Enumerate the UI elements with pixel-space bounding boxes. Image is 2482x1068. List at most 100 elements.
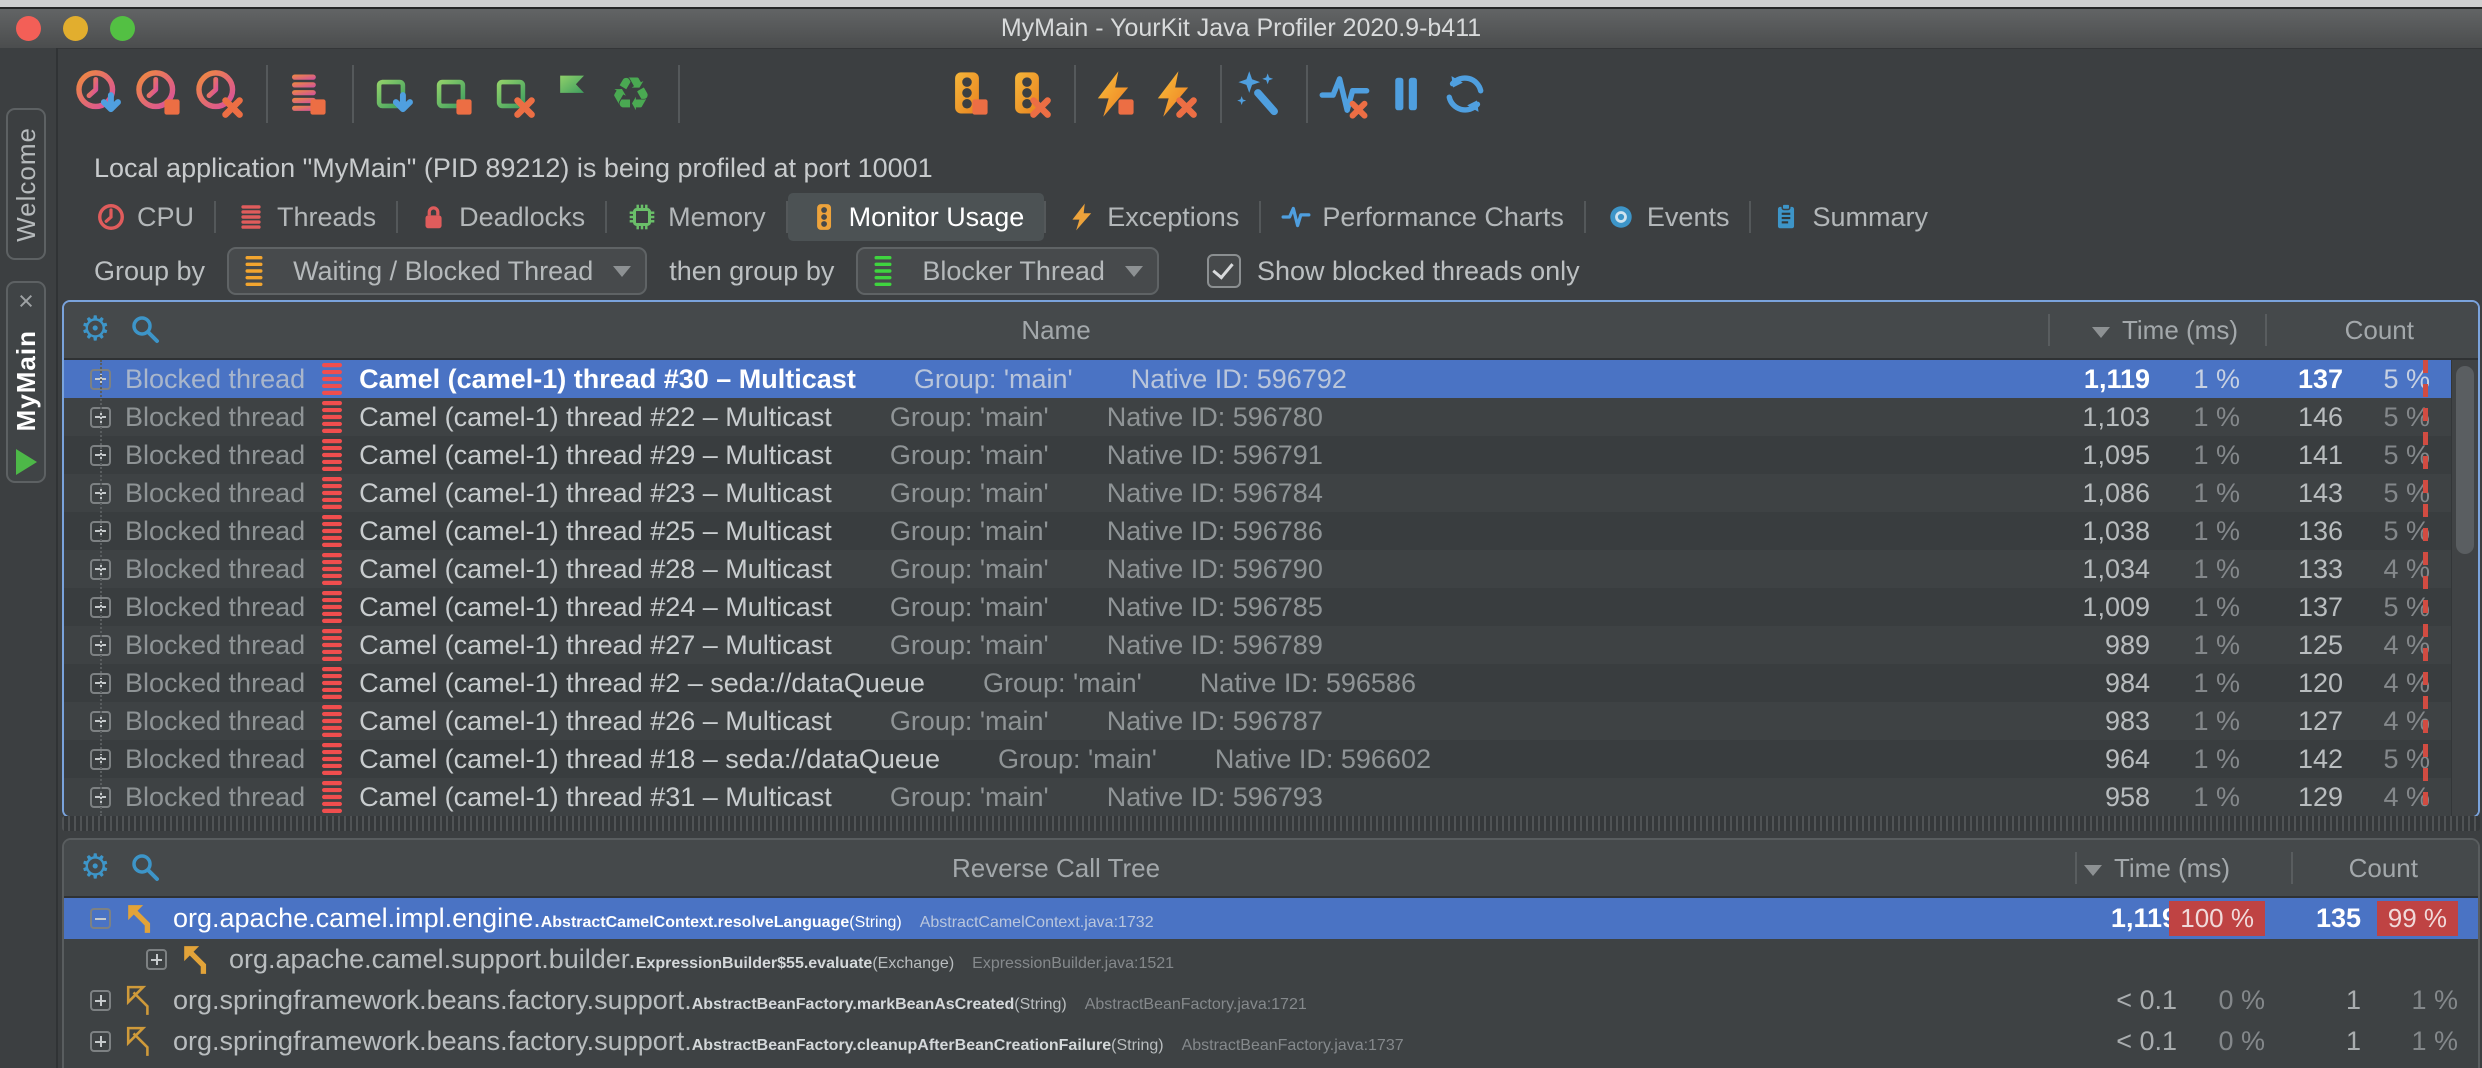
column-header-name[interactable]: Name [64,302,2048,358]
time-cell: 1,086 [1980,474,2150,512]
method-signature: org.apache.camel.support.builder.Express… [229,944,1174,975]
count-pct-cell: 4 % [2350,778,2430,816]
time-cell: 1,009 [1980,588,2150,626]
sidebar-tab-welcome[interactable]: Welcome [6,108,46,260]
toolbar-separator [678,65,680,123]
chevron-down-icon [1125,266,1143,277]
thread-group: Group: 'main' [890,440,1049,471]
blocked-threads-table: ⚙ Name Time (ms) Count Blocked threadCam… [62,300,2480,818]
count-cell: 127 [2248,702,2343,740]
show-blocked-threads-checkbox[interactable] [1207,254,1241,288]
refresh-button[interactable] [1440,63,1490,125]
monitors-stop-button[interactable] [942,63,992,125]
table-row[interactable]: Blocked thread Camel (camel-1) thread #26… [64,702,2478,740]
table-row[interactable]: Blocked threadCamel (camel-1) thread #31… [64,778,2478,816]
close-session-icon[interactable]: × [18,289,34,313]
minimize-window-button[interactable] [63,16,88,41]
column-divider[interactable] [2291,852,2293,884]
thread-name: Camel (camel-1) thread #26 – Multicast [359,706,832,737]
column-header-time[interactable]: Time (ms) [2092,302,2238,358]
tab-events[interactable]: Events [1586,193,1750,241]
toolbar-separator [1306,65,1308,123]
reverse-call-arrow-icon [125,985,157,1017]
cpu-clock-clear-button[interactable] [194,63,244,125]
column-header-count[interactable]: Count [2345,302,2414,358]
monitors-clear-button[interactable] [1002,63,1052,125]
cpu-clock-stop-button[interactable] [134,63,184,125]
cpu-clock-icon [96,202,126,232]
table-row[interactable]: Blocked threadCamel (camel-1) thread #23… [64,474,2478,512]
table-row[interactable]: Blocked threadCamel (camel-1) thread #22… [64,398,2478,436]
table-row[interactable]: Blocked threadCamel (camel-1) thread #30… [64,360,2478,398]
column-header-time[interactable]: Time (ms) [2084,840,2230,896]
row-state-label: Blocked thread [125,706,305,737]
exceptions-stop-button[interactable] [1088,63,1138,125]
magic-wand-button[interactable] [1234,63,1284,125]
tab-deadlocks[interactable]: Deadlocks [398,193,605,241]
thread-native-id: Native ID: 596789 [1107,630,1323,661]
pause-button[interactable] [1380,63,1430,125]
table-row[interactable]: Blocked threadCamel (camel-1) thread #24… [64,588,2478,626]
group-by-dropdown[interactable]: Waiting / Blocked Thread [227,247,647,295]
toolbar: ♻ [58,48,2482,140]
column-divider[interactable] [2048,314,2050,346]
close-window-button[interactable] [16,16,41,41]
gc-recycle-button[interactable]: ♻ [606,63,656,125]
column-header-count[interactable]: Count [2349,840,2418,896]
cpu-clock-start-button[interactable] [74,63,124,125]
column-divider[interactable] [2265,314,2267,346]
table-row[interactable]: Blocked threadCamel (camel-1) thread #25… [64,512,2478,550]
tab-label: Summary [1812,202,1928,233]
tab-cpu[interactable]: CPU [76,193,214,241]
memory-clear-button[interactable] [486,63,536,125]
column-divider[interactable] [2075,852,2077,884]
call-tree-row[interactable]: org.springframework.beans.factory.suppor… [64,1021,2478,1062]
tab-label: Memory [668,202,766,233]
cpu-clock-start-icon [73,68,125,120]
exceptions-clear-button[interactable] [1148,63,1198,125]
tab-monitor-usage[interactable]: Monitor Usage [788,193,1045,241]
row-state-label: Blocked thread [125,782,305,813]
clipboard-icon [1771,202,1801,232]
table-row[interactable]: Blocked threadCamel (camel-1) thread #18… [64,740,2478,778]
table-row[interactable]: Blocked thread Camel (camel-1) thread #27… [64,626,2478,664]
call-tree-row[interactable]: org.springframework.beans.factory.suppor… [64,980,2478,1021]
memory-capture-button[interactable] [366,63,416,125]
tab-summary[interactable]: Summary [1751,193,1948,241]
sidebar-tab-mymain[interactable]: × MyMain [6,281,46,483]
tab-threads[interactable]: Threads [216,193,396,241]
call-tree-row[interactable]: org.apache.camel.impl.engine.AbstractCam… [64,898,2478,939]
expand-toggle-icon[interactable] [90,908,111,929]
telemetry-clear-button[interactable] [1320,63,1370,125]
expand-toggle-icon[interactable] [90,1031,111,1052]
table-row[interactable]: Blocked threadCamel (camel-1) thread #29… [64,436,2478,474]
tab-label: Deadlocks [459,202,585,233]
threads-stop-button[interactable] [280,63,330,125]
expand-toggle-icon[interactable] [90,990,111,1011]
vertical-scrollbar[interactable] [2451,360,2478,816]
thread-group: Group: 'main' [983,668,1142,699]
expand-toggle-icon[interactable] [146,949,167,970]
scrollbar-thumb[interactable] [2456,366,2474,554]
thread-name: Camel (camel-1) thread #27 – Multicast [359,630,832,661]
time-cell: 964 [1980,740,2150,778]
call-tree-row[interactable]: org.apache.camel.support.builder.Express… [64,939,2478,980]
tab-performance-charts[interactable]: Performance Charts [1261,193,1584,241]
then-group-by-dropdown[interactable]: Blocker Thread [856,247,1159,295]
table-row[interactable]: Blocked threadCamel (camel-1) thread #2 … [64,664,2478,702]
maximize-window-button[interactable] [110,16,135,41]
time-pct-cell: 1 % [2160,626,2240,664]
count-cell: 141 [2248,436,2343,474]
flag-button[interactable] [546,63,596,125]
tab-memory[interactable]: Memory [607,193,786,241]
row-state-label: Blocked thread [125,630,305,661]
memory-stop-button[interactable] [426,63,476,125]
threads-table-header: ⚙ Name Time (ms) Count [64,302,2478,360]
thread-native-id: Native ID: 596791 [1107,440,1323,471]
panel-splitter[interactable] [62,816,2480,831]
table-row[interactable]: Blocked threadCamel (camel-1) thread #28… [64,550,2478,588]
count-pct-cell: 5 % [2350,474,2430,512]
pulse-icon [1281,202,1311,232]
thread-native-id: Native ID: 596793 [1107,782,1323,813]
tab-exceptions[interactable]: Exceptions [1046,193,1259,241]
